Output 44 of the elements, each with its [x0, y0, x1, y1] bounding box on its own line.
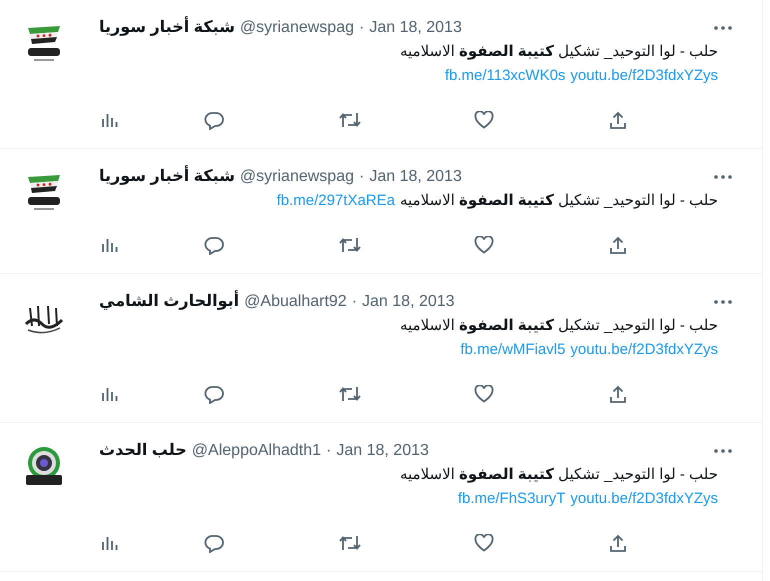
share-icon[interactable] [609, 110, 627, 130]
like-icon[interactable] [474, 385, 494, 403]
repost-icon[interactable] [339, 534, 361, 552]
like-icon[interactable] [474, 534, 494, 552]
user-handle[interactable]: @Abualhart92 [244, 290, 347, 314]
repost-icon[interactable] [339, 111, 361, 129]
separator-dot: · [352, 292, 358, 312]
display-name[interactable]: حلب الحدث [99, 439, 187, 463]
reply-icon[interactable] [204, 110, 224, 130]
like-icon[interactable] [474, 111, 494, 129]
repost-icon[interactable] [339, 385, 361, 403]
views-icon[interactable] [101, 111, 119, 129]
post-date[interactable]: Jan 18, 2013 [369, 165, 462, 189]
more-icon[interactable] [714, 26, 732, 30]
more-icon[interactable] [714, 300, 732, 304]
user-handle[interactable]: @syrianewspag [240, 16, 354, 40]
post-text: حلب - لوا التوحيد_ تشكيل كتيبة الصفوة الاسلاميه [400, 192, 718, 209]
user-handle[interactable]: @syrianewspag [240, 165, 354, 189]
share-icon[interactable] [609, 384, 627, 404]
repost-icon[interactable] [339, 236, 361, 254]
post-text: حلب - لوا التوحيد_ تشكيل كتيبة الصفوة الاسلاميه [400, 466, 718, 483]
share-icon[interactable] [609, 534, 627, 552]
post-text: حلب - لوا التوحيد_ تشكيل كتيبة الصفوة الاسلاميه [400, 43, 718, 60]
post-text: حلب - لوا التوحيد_ تشكيل كتيبة الصفوة الاسلاميه [400, 317, 718, 334]
like-icon[interactable] [474, 236, 494, 254]
display-name[interactable]: شبكة أخبار سوريا [99, 16, 235, 40]
separator-dot: · [326, 441, 332, 461]
reply-icon[interactable] [204, 384, 224, 404]
post-date[interactable]: Jan 18, 2013 [336, 439, 429, 463]
post-date[interactable]: Jan 18, 2013 [369, 16, 462, 40]
views-icon[interactable] [101, 534, 119, 552]
views-icon[interactable] [101, 385, 119, 403]
display-name[interactable]: شبكة أخبار سوريا [99, 165, 235, 189]
post-date[interactable]: Jan 18, 2013 [362, 290, 455, 314]
display-name[interactable]: أبوالحارث الشامي [99, 290, 240, 314]
separator-dot: · [359, 18, 364, 38]
more-icon[interactable] [714, 449, 732, 453]
separator-dot: · [359, 167, 364, 187]
user-handle[interactable]: @AleppoAlhadth1 [192, 439, 322, 463]
more-icon[interactable] [714, 175, 732, 179]
views-icon[interactable] [101, 236, 119, 254]
reply-icon[interactable] [204, 236, 224, 254]
share-icon[interactable] [609, 236, 627, 254]
reply-icon[interactable] [204, 534, 224, 552]
